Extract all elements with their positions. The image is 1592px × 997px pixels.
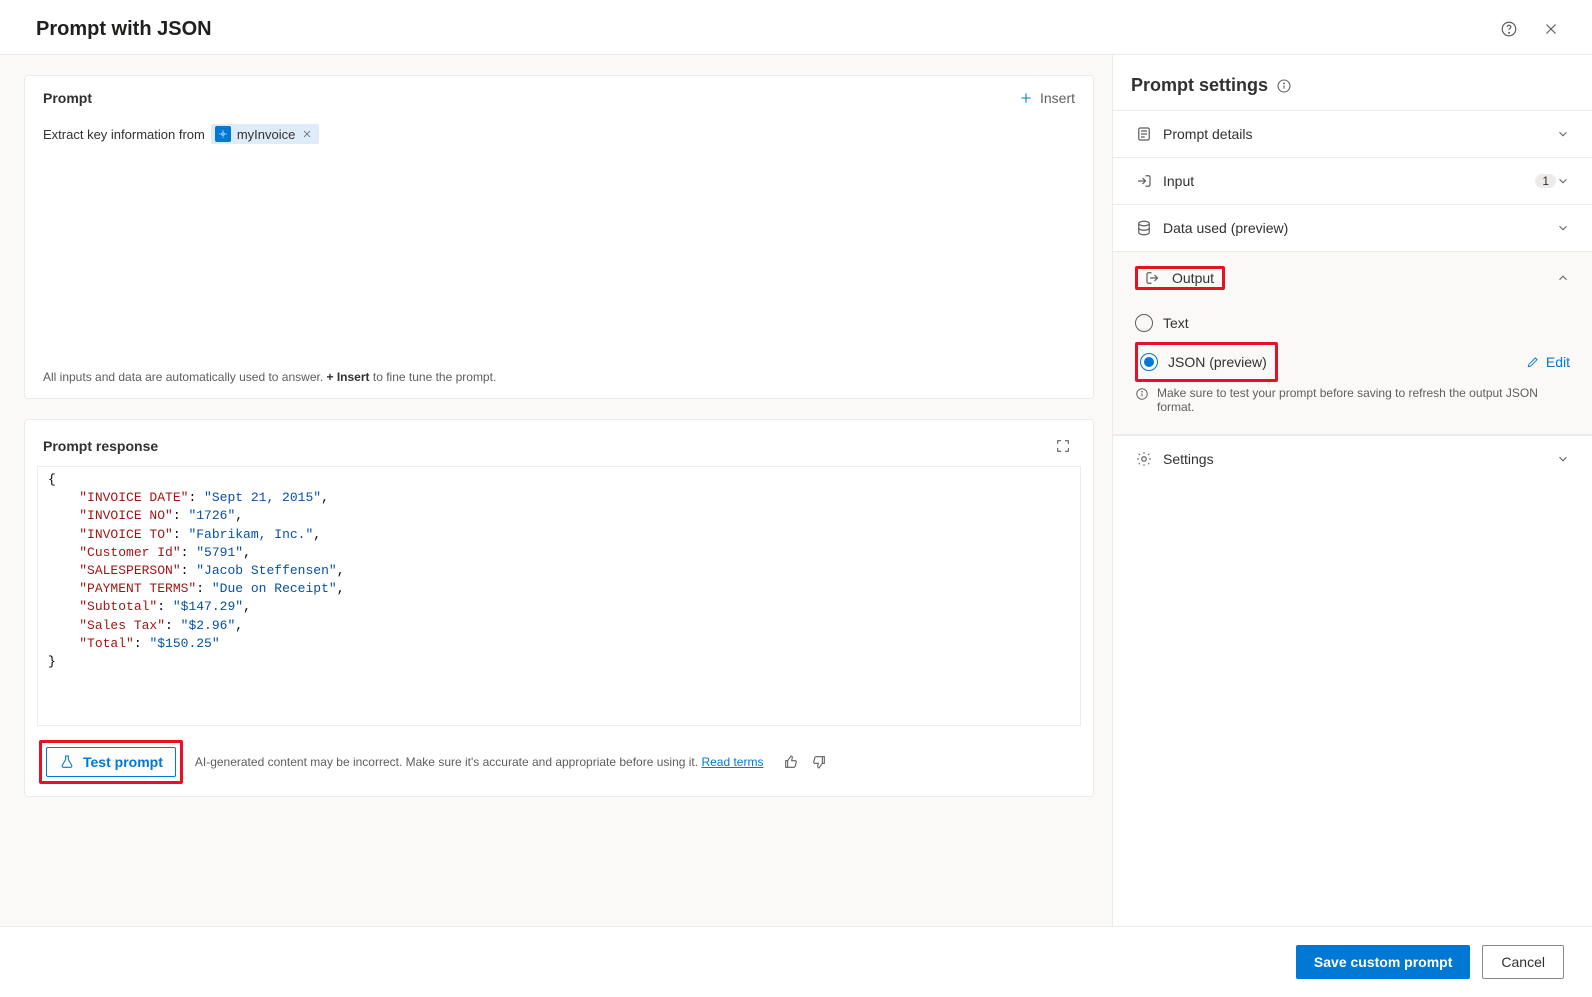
input-chip-myinvoice[interactable]: myInvoice [211,124,320,144]
info-icon[interactable] [1276,78,1292,94]
input-count-badge: 1 [1535,174,1556,188]
chevron-down-icon [1556,127,1570,141]
acc-settings-label: Settings [1163,451,1556,467]
prompt-text-area[interactable]: Extract key information from myInvoice [43,124,1075,144]
chevron-down-icon [1556,221,1570,235]
close-button[interactable] [1538,16,1564,42]
help-button[interactable] [1496,16,1522,42]
cancel-button[interactable]: Cancel [1482,945,1564,979]
dialog-header: Prompt with JSON [0,0,1592,55]
acc-input[interactable]: Input 1 [1113,157,1592,204]
test-prompt-button[interactable]: Test prompt [46,747,176,777]
acc-input-label: Input [1163,173,1529,189]
chevron-down-icon [1556,452,1570,466]
gear-icon [1135,450,1153,468]
page-title: Prompt with JSON [36,18,212,41]
ai-disclaimer: AI-generated content may be incorrect. M… [195,755,764,769]
prompt-card-title: Prompt [43,90,92,106]
details-icon [1135,125,1153,143]
rail-title: Prompt settings [1131,75,1268,96]
acc-prompt-details-label: Prompt details [1163,126,1556,142]
plus-icon [1018,90,1034,106]
radio-icon [1135,314,1153,332]
input-chip-label: myInvoice [237,127,296,142]
save-button[interactable]: Save custom prompt [1296,945,1470,979]
output-option-text-label: Text [1163,315,1189,331]
pencil-icon [1526,355,1540,369]
prompt-hint-text: All inputs and data are automatically us… [43,364,1075,384]
output-hint: Make sure to test your prompt before sav… [1135,382,1570,420]
acc-prompt-details[interactable]: Prompt details [1113,110,1592,157]
response-json-viewer[interactable]: { "INVOICE DATE": "Sept 21, 2015", "INVO… [37,466,1081,726]
edit-output-link[interactable]: Edit [1526,354,1570,370]
highlight-test-prompt: Test prompt [39,740,183,784]
thumbs-down-icon[interactable] [811,754,827,770]
radio-icon [1140,353,1158,371]
data-icon [1135,219,1153,237]
highlight-json-option: JSON (preview) [1135,342,1278,382]
read-terms-link[interactable]: Read terms [701,755,763,769]
info-icon [1135,387,1149,401]
chevron-up-icon [1556,271,1570,285]
dialog-footer: Save custom prompt Cancel [0,926,1592,997]
response-card: Prompt response { "INVOICE DATE": "Sept … [24,419,1094,797]
prompt-card: Prompt Insert Extract key information fr… [24,75,1094,399]
chevron-down-icon [1556,174,1570,188]
output-body: Text JSON (preview) Edit [1113,304,1592,435]
thumbs-up-icon[interactable] [783,754,799,770]
edit-output-label: Edit [1546,354,1570,370]
highlight-output: Output [1135,266,1225,290]
acc-settings[interactable]: Settings [1113,435,1592,482]
insert-button-label: Insert [1040,90,1075,106]
response-card-title: Prompt response [43,438,158,454]
acc-data-used-label: Data used (preview) [1163,220,1556,236]
prompt-prefix-text: Extract key information from [43,127,205,142]
beaker-icon [59,754,75,770]
acc-output-label: Output [1172,270,1214,286]
output-option-text[interactable]: Text [1135,304,1570,342]
input-chip-icon [215,126,231,142]
output-icon [1144,269,1162,287]
prompt-settings-panel: Prompt settings Prompt details Input 1 [1112,55,1592,926]
test-prompt-label: Test prompt [83,754,163,770]
output-option-json[interactable]: JSON (preview) [1140,347,1267,377]
acc-data-used[interactable]: Data used (preview) [1113,204,1592,251]
help-icon [1500,20,1518,38]
input-icon [1135,172,1153,190]
acc-output[interactable]: Output Text JSON (preview) [1113,251,1592,435]
insert-button[interactable]: Insert [1018,90,1075,106]
close-icon [1542,20,1560,38]
chip-remove-icon[interactable] [301,128,313,140]
output-option-json-label: JSON (preview) [1168,354,1267,370]
fullscreen-icon[interactable] [1055,438,1071,454]
